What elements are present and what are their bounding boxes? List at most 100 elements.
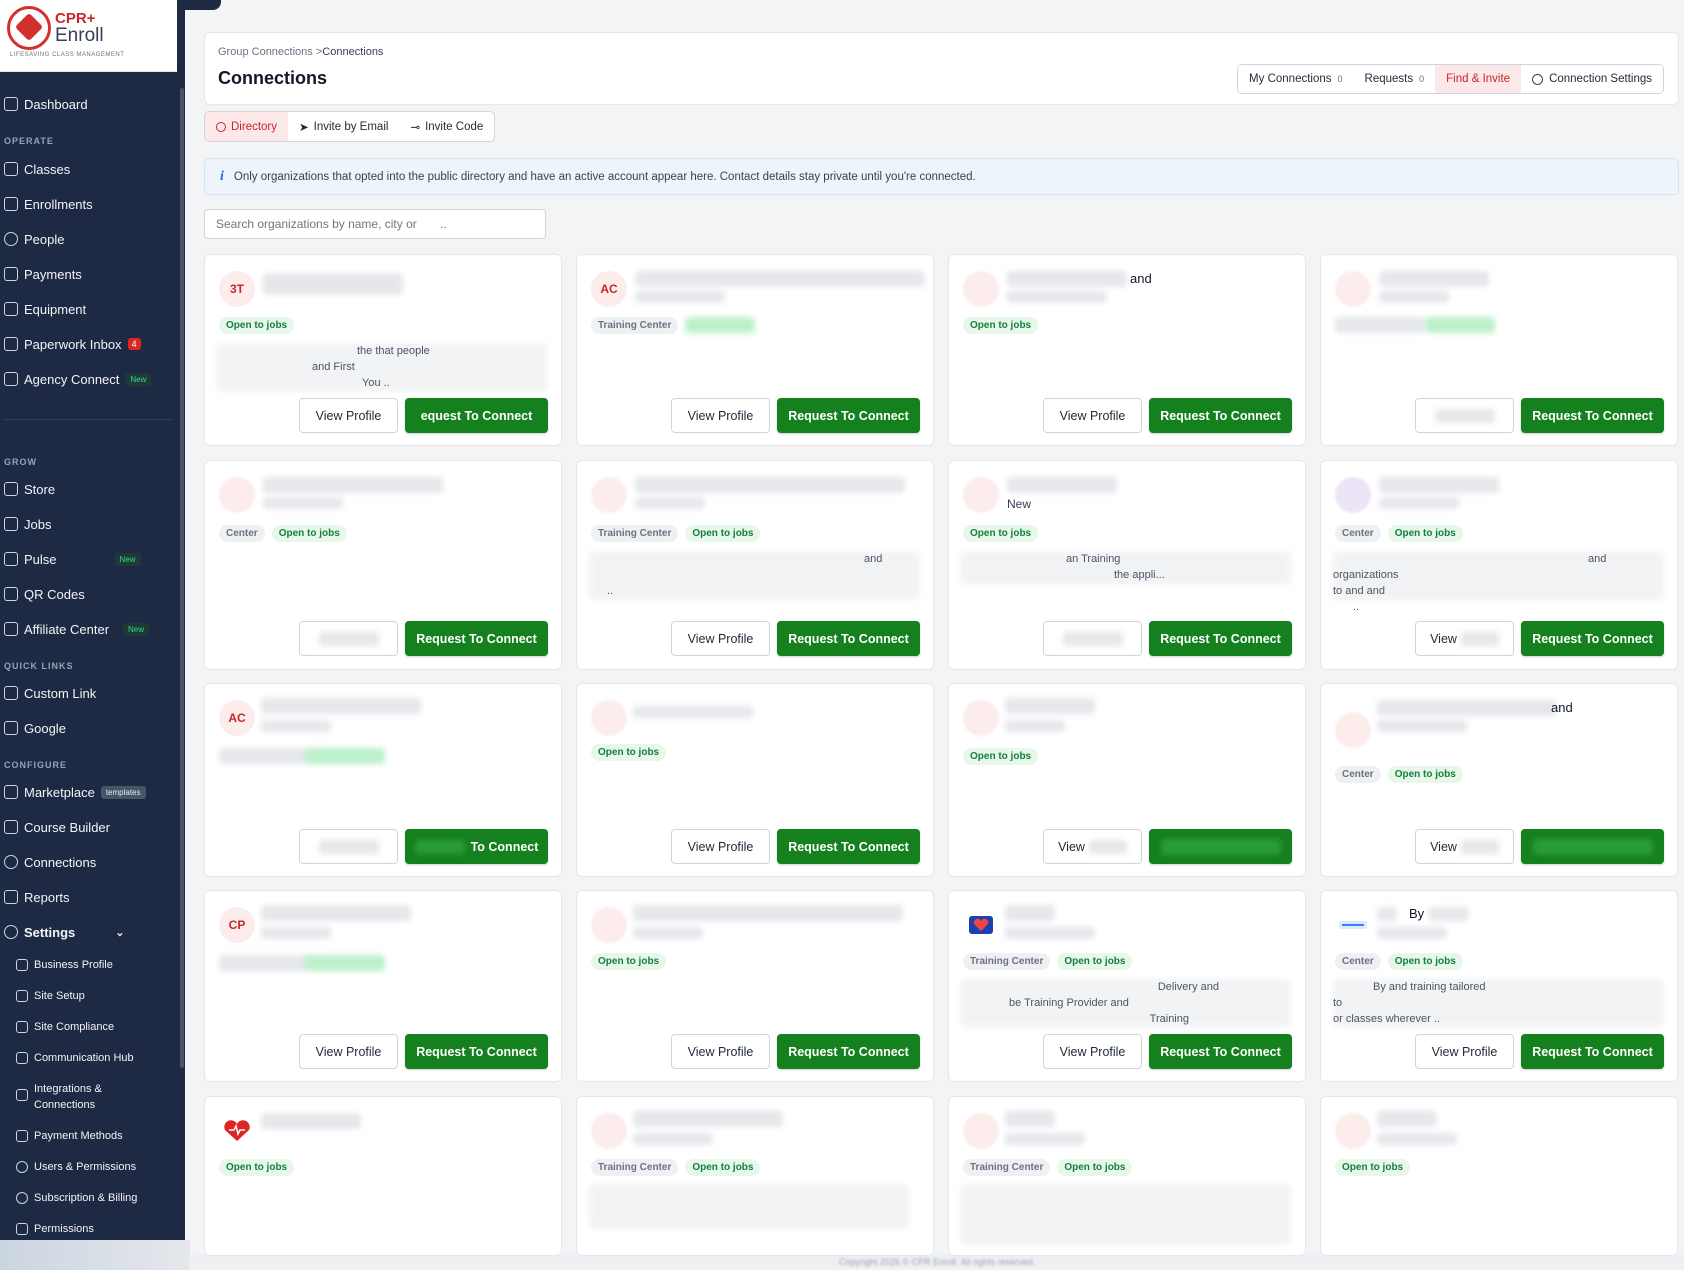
new-badge: New bbox=[114, 552, 141, 566]
view-profile-button[interactable]: View Profile bbox=[671, 1034, 770, 1069]
request-to-connect-button[interactable]: Request To Connect bbox=[1149, 621, 1292, 656]
sidebar-item-people[interactable]: People bbox=[4, 229, 64, 249]
request-to-connect-button[interactable]: Request To Connect bbox=[777, 398, 920, 433]
view-profile-button[interactable] bbox=[1043, 621, 1142, 656]
view-profile-button[interactable]: View Profile bbox=[671, 621, 770, 656]
organization-card: Training Center Open to jobs Delivery and… bbox=[948, 890, 1306, 1082]
view-profile-button[interactable]: View Profile bbox=[1043, 1034, 1142, 1069]
tab-connection-settings[interactable]: Connection Settings bbox=[1521, 65, 1663, 93]
sidebar-subitem-payment-methods[interactable]: Payment Methods bbox=[16, 1126, 123, 1146]
sidebar-subitem-site-setup[interactable]: Site Setup bbox=[16, 986, 85, 1006]
organization-card: Open to jobs View bbox=[948, 683, 1306, 877]
view-profile-button[interactable]: View Profile bbox=[671, 398, 770, 433]
sidebar-subitem-integrations[interactable]: Integrations & Connections bbox=[16, 1081, 102, 1115]
sidebar-item-affiliate-center[interactable]: Affiliate Center New bbox=[4, 619, 150, 639]
org-logo-icon bbox=[1339, 921, 1367, 929]
view-profile-button[interactable]: View Profile bbox=[671, 829, 770, 864]
sidebar-item-paperwork-inbox[interactable]: Paperwork Inbox 4 bbox=[4, 334, 141, 354]
sidebar-user-footer[interactable] bbox=[0, 1240, 190, 1270]
organization-card: New Open to jobs an Training the appli..… bbox=[948, 460, 1306, 670]
sidebar-item-store[interactable]: Store bbox=[4, 479, 55, 499]
org-subtitle-redacted bbox=[1379, 497, 1459, 509]
badge-redacted bbox=[685, 317, 756, 333]
sidebar-item-enrollments[interactable]: Enrollments bbox=[4, 194, 93, 214]
view-profile-button[interactable]: View Profile bbox=[299, 1034, 398, 1069]
sidebar-item-qr-codes[interactable]: QR Codes bbox=[4, 584, 85, 604]
sidebar-item-label: Pulse bbox=[24, 551, 57, 567]
sidebar-subitem-business-profile[interactable]: Business Profile bbox=[16, 955, 113, 975]
sidebar-subitem-site-compliance[interactable]: Site Compliance bbox=[16, 1017, 114, 1037]
sidebar-item-pulse[interactable]: Pulse New bbox=[4, 549, 141, 569]
view-profile-button[interactable] bbox=[299, 621, 398, 656]
sidebar-item-classes[interactable]: Classes bbox=[4, 159, 70, 179]
organization-card: Request To Connect bbox=[1320, 254, 1678, 446]
view-profile-button[interactable]: View Profile bbox=[299, 398, 398, 433]
sidebar-item-reports[interactable]: Reports bbox=[4, 887, 70, 907]
open-to-jobs-badge: Open to jobs bbox=[1387, 953, 1463, 970]
request-to-connect-button[interactable]: Request To Connect bbox=[1521, 1034, 1664, 1069]
sidebar-subitem-subscription-billing[interactable]: Subscription & Billing bbox=[16, 1188, 137, 1208]
request-to-connect-button[interactable]: Request To Connect bbox=[405, 1034, 548, 1069]
org-description-redacted bbox=[589, 1185, 909, 1229]
request-to-connect-button[interactable]: Request To Connect bbox=[1149, 1034, 1292, 1069]
tab-requests[interactable]: Requests 0 bbox=[1353, 65, 1436, 93]
logo[interactable]: CPR+ Enroll LIFESAVING CLASS MANAGEMENT bbox=[0, 0, 177, 72]
request-to-connect-button[interactable]: Request To Connect bbox=[1521, 398, 1664, 433]
sidebar-item-google[interactable]: Google bbox=[4, 718, 66, 738]
tab-my-connections[interactable]: My Connections 0 bbox=[1238, 65, 1354, 93]
view-profile-button[interactable]: View bbox=[1415, 829, 1514, 864]
boxes-icon bbox=[4, 302, 18, 316]
view-profile-button[interactable] bbox=[1415, 398, 1514, 433]
sidebar-item-settings[interactable]: Settings ⌄ bbox=[4, 922, 125, 942]
open-to-jobs-badge: Open to jobs bbox=[591, 953, 667, 970]
sidebar-subitem-permissions[interactable]: Permissions bbox=[16, 1219, 94, 1239]
link-icon bbox=[4, 721, 18, 735]
request-to-connect-button[interactable]: To Connect bbox=[405, 829, 548, 864]
request-to-connect-button[interactable]: Request To Connect bbox=[1149, 398, 1292, 433]
breadcrumb-parent[interactable]: Group Connections bbox=[218, 46, 313, 58]
info-text: Only organizations that opted into the p… bbox=[233, 170, 976, 183]
sidebar-subitem-users-permissions[interactable]: Users & Permissions bbox=[16, 1157, 136, 1177]
view-profile-button[interactable] bbox=[299, 829, 398, 864]
request-to-connect-button[interactable]: Request To Connect bbox=[777, 621, 920, 656]
tab-find-invite[interactable]: Find & Invite bbox=[1435, 65, 1522, 93]
sidebar-item-dashboard[interactable]: Dashboard bbox=[4, 94, 88, 114]
request-to-connect-button[interactable]: equest To Connect bbox=[405, 398, 548, 433]
sidebar-scrollbar[interactable] bbox=[180, 88, 184, 1068]
desc-line: or classes wherever .. bbox=[1333, 1013, 1440, 1025]
sidebar-item-label: Paperwork Inbox bbox=[24, 336, 122, 352]
sidebar-item-equipment[interactable]: Equipment bbox=[4, 299, 86, 319]
button-label: To Connect bbox=[470, 839, 539, 854]
sidebar-item-payments[interactable]: Payments bbox=[4, 264, 82, 284]
sidebar-item-marketplace[interactable]: Marketplace templates bbox=[4, 782, 146, 802]
tab-invite-code[interactable]: ⊸ Invite Code bbox=[399, 112, 494, 141]
sidebar-item-label: Course Builder bbox=[24, 819, 110, 835]
view-profile-button[interactable]: View Profile bbox=[1043, 398, 1142, 433]
organization-card: AC To Connect bbox=[204, 683, 562, 877]
sidebar-item-jobs[interactable]: Jobs bbox=[4, 514, 51, 534]
view-profile-button[interactable]: View bbox=[1043, 829, 1142, 864]
sidebar-item-connections[interactable]: Connections bbox=[4, 852, 96, 872]
request-to-connect-button[interactable]: Request To Connect bbox=[1521, 621, 1664, 656]
org-name-redacted bbox=[1379, 271, 1489, 287]
tab-invite-by-email[interactable]: ➤ Invite by Email bbox=[288, 112, 399, 141]
view-profile-button[interactable]: View Profile bbox=[1415, 1034, 1514, 1069]
request-to-connect-button[interactable]: Request To Connect bbox=[777, 829, 920, 864]
sidebar-item-label: Users & Permissions bbox=[34, 1161, 137, 1173]
request-to-connect-button[interactable]: Request To Connect bbox=[777, 1034, 920, 1069]
sidebar-item-agency-connect[interactable]: Agency Connect New bbox=[4, 369, 152, 389]
request-to-connect-button[interactable] bbox=[1521, 829, 1664, 864]
org-avatar bbox=[1335, 1113, 1371, 1149]
sidebar-collapse-toggle[interactable] bbox=[185, 0, 221, 10]
sidebar-item-custom-link[interactable]: Custom Link bbox=[4, 683, 96, 703]
request-to-connect-button[interactable] bbox=[1149, 829, 1292, 864]
sidebar-subitem-communication-hub[interactable]: Communication Hub bbox=[16, 1048, 134, 1068]
request-to-connect-button[interactable]: Request To Connect bbox=[405, 621, 548, 656]
sidebar-item-label: Classes bbox=[24, 161, 71, 177]
organization-card: and Open to jobs View Profile Request To… bbox=[948, 254, 1306, 446]
tab-directory[interactable]: Directory bbox=[205, 112, 289, 141]
search-input[interactable] bbox=[204, 209, 546, 239]
view-profile-button[interactable]: View bbox=[1415, 621, 1514, 656]
tab-label: Directory bbox=[231, 120, 278, 133]
sidebar-item-course-builder[interactable]: Course Builder bbox=[4, 817, 110, 837]
